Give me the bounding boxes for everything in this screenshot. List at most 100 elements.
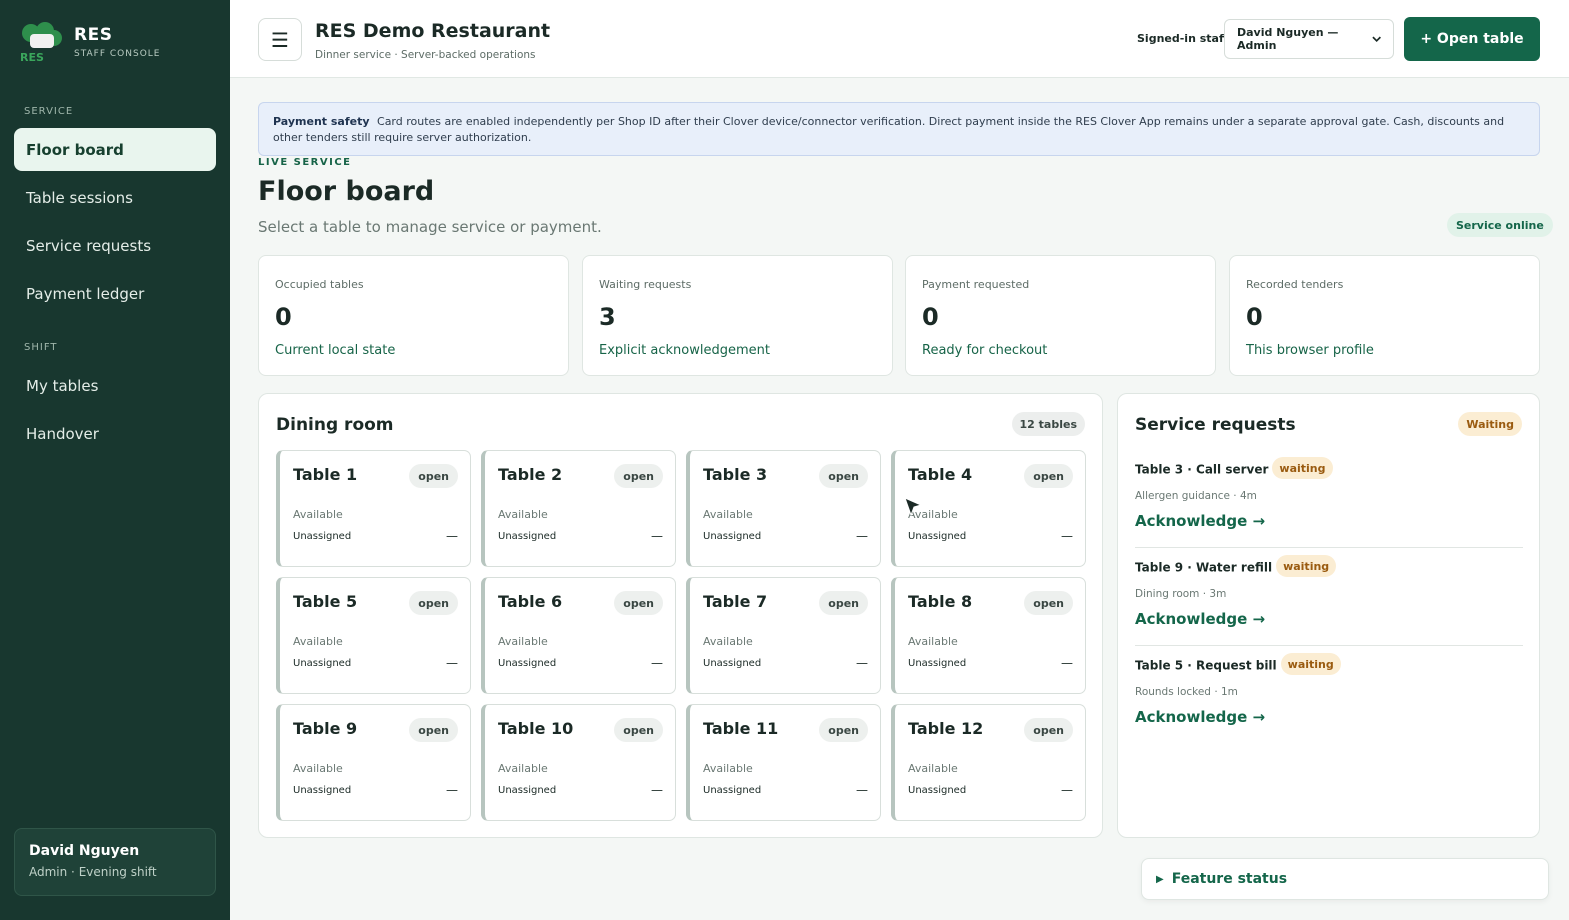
table-name: Table 8 [908,592,973,611]
table-status-badge: open [1024,591,1073,615]
page-subtitle: Select a table to manage service or paym… [258,218,602,236]
dining-room-title: Dining room [276,415,394,435]
table-card[interactable]: Table 6 open Available Unassigned — [481,577,676,694]
table-availability: Available [498,635,548,648]
table-card[interactable]: Table 3 open Available Unassigned — [686,450,881,567]
table-availability: Available [498,762,548,775]
table-availability: Available [498,508,548,521]
stat-value: 0 [275,303,292,331]
table-card[interactable]: Table 9 open Available Unassigned — [276,704,471,821]
table-count-badge: 12 tables [1011,412,1085,436]
table-value: — [856,783,868,797]
table-assignee: Unassigned [498,658,557,669]
logo: RES [20,22,64,64]
service-requests-panel: Service requests Waiting Table 3 · Call … [1117,393,1540,838]
stat-note: Current local state [275,343,396,358]
table-status-badge: open [409,718,458,742]
table-card[interactable]: Table 12 open Available Unassigned — [891,704,1086,821]
table-value: — [446,783,458,797]
sidebar-item-handover[interactable]: Handover [14,412,216,455]
table-card[interactable]: Table 7 open Available Unassigned — [686,577,881,694]
table-name: Table 11 [703,719,779,738]
sidebar-item-table-sessions[interactable]: Table sessions [14,176,216,219]
page-title: Floor board [258,176,435,207]
chevron-down-icon [1372,36,1381,43]
stat-note: This browser profile [1246,343,1374,358]
acknowledge-button[interactable]: Acknowledge → [1135,512,1265,530]
table-name: Table 1 [293,465,358,484]
table-name: Table 7 [703,592,768,611]
table-value: — [1061,656,1073,670]
table-name: Table 9 [293,719,358,738]
table-value: — [651,656,663,670]
table-assignee: Unassigned [498,785,557,796]
request-status-badge: waiting [1272,457,1333,479]
user-name: David Nguyen [29,843,140,859]
table-availability: Available [293,762,343,775]
table-status-badge: open [614,464,663,488]
staff-selected-value: David Nguyen — Admin [1237,26,1339,52]
table-card[interactable]: Table 11 open Available Unassigned — [686,704,881,821]
table-name: Table 12 [908,719,984,738]
stat-value: 0 [922,303,939,331]
hamburger-icon: ☰ [271,27,289,52]
top-bar: ☰ RES Demo Restaurant Dinner service · S… [230,0,1569,78]
request-item: Table 3 · Call server waiting Allergen gu… [1135,450,1523,548]
request-meta: Rounds locked · 1m [1135,686,1238,698]
request-meta: Dining room · 3m [1135,588,1227,600]
disclosure-triangle-icon: ▶ [1156,873,1164,885]
request-item: Table 9 · Water refill waiting Dining roo… [1135,548,1523,646]
table-assignee: Unassigned [498,531,557,542]
table-card[interactable]: Table 1 open Available Unassigned — [276,450,471,567]
table-name: Table 4 [908,465,973,484]
table-card[interactable]: Table 2 open Available Unassigned — [481,450,676,567]
service-status-badge: Service online [1447,213,1553,237]
brand-subtitle: STAFF CONSOLE [74,49,161,59]
open-table-button[interactable]: + Open table [1404,17,1540,61]
stat-value: 0 [1246,303,1263,331]
table-status-badge: open [409,464,458,488]
table-value: — [856,656,868,670]
acknowledge-button[interactable]: Acknowledge → [1135,610,1265,628]
nav-section-shift: SHIFT [24,342,58,353]
user-card[interactable]: David Nguyen Admin · Evening shift [14,828,216,896]
table-card[interactable]: Table 10 open Available Unassigned — [481,704,676,821]
mouse-cursor-icon [904,497,923,517]
sidebar-item-floor-board[interactable]: Floor board [14,128,216,171]
brand[interactable]: RES RES STAFF CONSOLE [20,22,161,64]
user-role: Admin · Evening shift [29,865,157,879]
staff-select[interactable]: David Nguyen — Admin [1224,19,1394,59]
acknowledge-button[interactable]: Acknowledge → [1135,708,1265,726]
table-assignee: Unassigned [703,785,762,796]
table-name: Table 3 [703,465,768,484]
stat-note: Ready for checkout [922,343,1048,358]
table-assignee: Unassigned [908,658,967,669]
service-requests-title: Service requests [1135,415,1296,435]
menu-button[interactable]: ☰ [258,18,302,61]
request-title: Table 3 · Call server waiting [1135,457,1333,481]
table-assignee: Unassigned [293,531,352,542]
request-item: Table 5 · Request bill waiting Rounds loc… [1135,646,1523,744]
table-availability: Available [703,762,753,775]
sidebar-item-payment-ledger[interactable]: Payment ledger [14,272,216,315]
table-card[interactable]: Table 8 open Available Unassigned — [891,577,1086,694]
table-value: — [446,656,458,670]
restaurant-name: RES Demo Restaurant [315,20,551,42]
table-name: Table 6 [498,592,563,611]
table-name: Table 10 [498,719,574,738]
feature-status-toggle[interactable]: ▶ Feature status [1141,858,1549,900]
stat-card-payment: Payment requested 0 Ready for checkout [905,255,1216,376]
sidebar-item-service-requests[interactable]: Service requests [14,224,216,267]
table-value: — [1061,783,1073,797]
stat-card-tenders: Recorded tenders 0 This browser profile [1229,255,1540,376]
table-assignee: Unassigned [293,785,352,796]
table-status-badge: open [614,718,663,742]
table-status-badge: open [819,464,868,488]
table-card[interactable]: Table 5 open Available Unassigned — [276,577,471,694]
table-status-badge: open [409,591,458,615]
sidebar-item-my-tables[interactable]: My tables [14,364,216,407]
table-assignee: Unassigned [908,531,967,542]
nav-section-service: SERVICE [24,106,74,117]
table-name: Table 2 [498,465,563,484]
table-assignee: Unassigned [703,658,762,669]
